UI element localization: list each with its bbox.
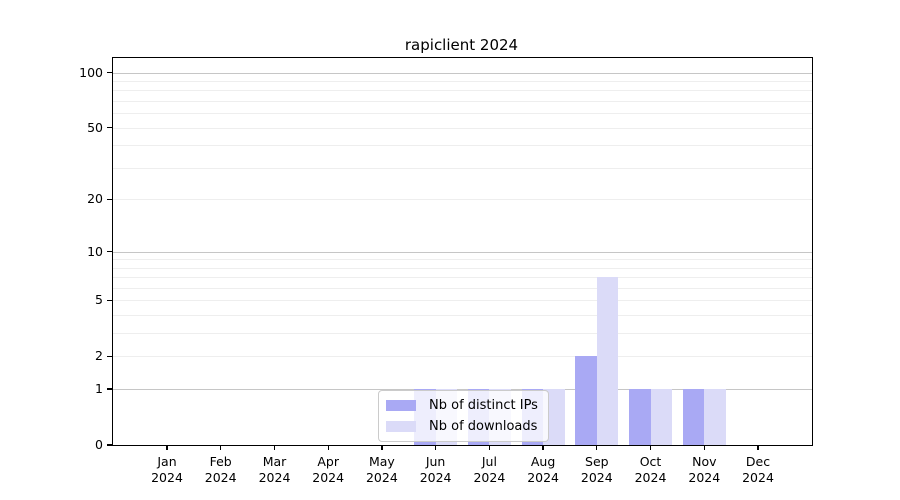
legend-swatch-downloads-icon bbox=[386, 421, 416, 432]
x-tick bbox=[328, 445, 329, 450]
y-tick bbox=[107, 356, 113, 357]
legend-label-downloads: Nb of downloads bbox=[429, 419, 537, 434]
bar-downloads-nov bbox=[704, 389, 726, 445]
y-tick-label: 50 bbox=[53, 120, 103, 136]
y-tick bbox=[107, 127, 113, 128]
gridline-minor bbox=[113, 113, 812, 114]
legend-swatch-distinct-ips-icon bbox=[386, 400, 416, 411]
x-tick-label: Dec 2024 bbox=[716, 454, 800, 486]
bar-downloads-sep bbox=[597, 277, 619, 445]
x-tick bbox=[489, 445, 490, 450]
y-tick-label: 20 bbox=[53, 191, 103, 207]
x-tick bbox=[381, 445, 382, 450]
gridline-minor bbox=[113, 81, 812, 82]
y-tick bbox=[107, 251, 113, 252]
x-tick bbox=[542, 445, 543, 450]
gridline-major bbox=[113, 73, 812, 74]
gridline-minor bbox=[113, 300, 812, 301]
legend: Nb of distinct IPs Nb of downloads bbox=[378, 390, 549, 442]
y-tick bbox=[107, 199, 113, 200]
gridline-minor bbox=[113, 101, 812, 102]
figure: rapiclient 2024 Nb of distinct IPs Nb of… bbox=[0, 0, 900, 500]
y-tick bbox=[107, 300, 113, 301]
gridline-minor bbox=[113, 268, 812, 269]
bar-distinct-ips-nov bbox=[683, 389, 705, 445]
x-tick bbox=[274, 445, 275, 450]
y-tick bbox=[107, 444, 113, 445]
plot-area: Nb of distinct IPs Nb of downloads 10050… bbox=[112, 57, 813, 446]
chart-title: rapiclient 2024 bbox=[112, 36, 811, 54]
x-tick bbox=[220, 445, 221, 450]
y-tick bbox=[107, 72, 113, 73]
gridline-major bbox=[113, 252, 812, 253]
gridline-minor bbox=[113, 90, 812, 91]
y-tick-label: 0 bbox=[53, 437, 103, 453]
gridline-minor bbox=[113, 128, 812, 129]
bar-downloads-oct bbox=[651, 389, 673, 445]
legend-item: Nb of distinct IPs bbox=[386, 398, 538, 413]
x-tick bbox=[650, 445, 651, 450]
y-tick bbox=[107, 388, 113, 389]
gridline-minor bbox=[113, 277, 812, 278]
gridline-minor bbox=[113, 199, 812, 200]
y-tick-label: 100 bbox=[53, 65, 103, 81]
y-tick-label: 1 bbox=[53, 381, 103, 397]
y-tick-label: 10 bbox=[53, 244, 103, 260]
x-tick bbox=[704, 445, 705, 450]
gridline-minor bbox=[113, 356, 812, 357]
legend-item: Nb of downloads bbox=[386, 419, 538, 434]
gridline-minor bbox=[113, 315, 812, 316]
x-tick bbox=[757, 445, 758, 450]
x-tick bbox=[166, 445, 167, 450]
gridline-minor bbox=[113, 333, 812, 334]
legend-label-distinct-ips: Nb of distinct IPs bbox=[429, 398, 538, 413]
x-tick bbox=[435, 445, 436, 450]
x-tick bbox=[596, 445, 597, 450]
gridline-minor bbox=[113, 145, 812, 146]
gridline-minor bbox=[113, 259, 812, 260]
gridline-minor bbox=[113, 168, 812, 169]
y-tick-label: 5 bbox=[53, 292, 103, 308]
y-tick-label: 2 bbox=[53, 348, 103, 364]
gridline-minor bbox=[113, 288, 812, 289]
bar-distinct-ips-oct bbox=[629, 389, 651, 445]
bar-distinct-ips-sep bbox=[575, 356, 597, 445]
